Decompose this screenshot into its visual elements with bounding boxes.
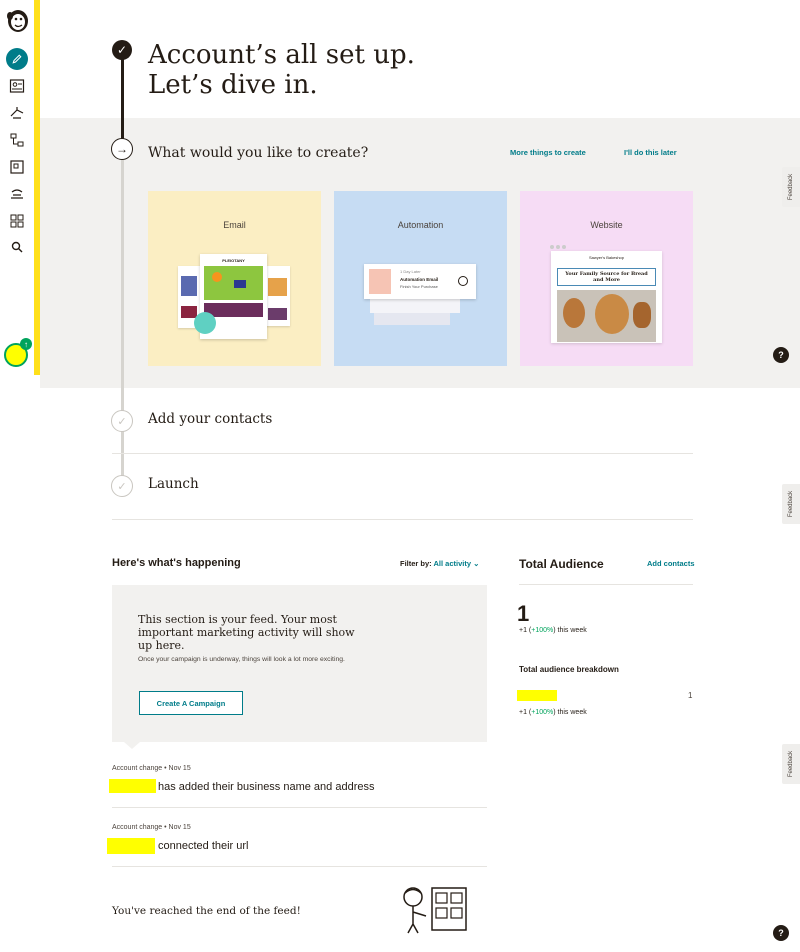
redacted-name <box>107 838 155 854</box>
feed-notch <box>124 742 140 749</box>
chevron-down-icon: ⌄ <box>473 559 480 568</box>
browser-dots-icon <box>550 245 554 249</box>
step-current-arrow-icon: → <box>111 138 133 160</box>
website-preview-brand: Sawyer's Bakeshop <box>588 255 624 260</box>
feed-empty-subtext: Once your campaign is underway, things w… <box>138 656 345 663</box>
help-button[interactable]: ? <box>773 347 789 363</box>
website-preview: Sawyer's Bakeshop Your Family Source for… <box>551 251 662 343</box>
end-of-feed-illustration <box>396 884 476 934</box>
step-contacts-title[interactable]: Add your contacts <box>148 411 272 427</box>
create-question: What would you like to create? <box>148 145 369 161</box>
search-icon[interactable] <box>8 238 26 256</box>
audience-breakdown-title: Total audience breakdown <box>519 665 619 674</box>
feed-title: Here's what's happening <box>112 557 241 569</box>
step-complete-check-icon: ✓ <box>112 40 132 60</box>
step-launch-title[interactable]: Launch <box>148 476 199 492</box>
campaigns-icon[interactable] <box>8 104 26 122</box>
feed-empty-state: This section is your feed. Your most imp… <box>112 585 487 742</box>
divider <box>112 519 693 520</box>
feedback-tab[interactable]: Feedback <box>782 484 800 524</box>
redacted-audience-name <box>517 690 557 701</box>
website-card[interactable]: Website Sawyer's Bakeshop Your Family So… <box>520 191 693 366</box>
breakdown-week-change: +1 (+100%) this week <box>519 709 587 716</box>
page-title: Account’s all set up. Let’s dive in. <box>148 40 415 100</box>
add-contacts-link[interactable]: Add contacts <box>647 559 695 568</box>
progress-line-complete <box>121 58 124 148</box>
help-button[interactable]: ? <box>773 925 789 941</box>
breakdown-count: 1 <box>688 691 693 700</box>
divider <box>112 807 487 808</box>
create-campaign-button[interactable]: Create A Campaign <box>139 691 243 715</box>
upgrade-badge-icon: ↑ <box>20 338 32 350</box>
feed-filter[interactable]: Filter by: All activity ⌄ <box>400 559 479 568</box>
website-icon[interactable] <box>8 158 26 176</box>
feed-end-text: You've reached the end of the feed! <box>112 905 301 917</box>
automation-card-label: Automation <box>397 220 444 230</box>
automations-icon[interactable] <box>8 131 26 149</box>
automation-card[interactable]: Automation 1 Day Later Automation Email … <box>334 191 507 366</box>
more-things-link[interactable]: More things to create <box>510 148 586 157</box>
feed-empty-heading: This section is your feed. Your most imp… <box>138 613 355 652</box>
email-card-label: Email <box>223 220 246 230</box>
apps-icon[interactable] <box>8 212 26 230</box>
divider <box>519 584 693 585</box>
integrations-icon[interactable] <box>8 185 26 203</box>
progress-line-pending <box>121 160 124 490</box>
divider <box>112 453 693 454</box>
email-preview-main: PLEIOTANY <box>194 254 267 339</box>
divider <box>112 866 487 867</box>
clock-icon <box>458 276 468 286</box>
create-icon[interactable] <box>6 48 28 70</box>
automation-email-title: Automation Email <box>400 277 439 282</box>
audience-week-change: +1 (+100%) this week <box>519 627 587 634</box>
activity-text: connected their url <box>158 840 249 852</box>
email-preview-right <box>265 266 290 326</box>
website-card-label: Website <box>590 220 623 230</box>
left-navigation: ↑ <box>0 0 40 375</box>
website-preview-headline: Your Family Source for Bread and More <box>557 268 656 286</box>
email-preview-brand: PLEIOTANY <box>222 258 245 263</box>
step-contacts-check-icon: ✓ <box>111 410 133 432</box>
audience-title: Total Audience <box>519 557 604 571</box>
audience-icon[interactable] <box>8 77 26 95</box>
mailchimp-logo-icon[interactable] <box>5 6 31 34</box>
automation-preview: 1 Day Later Automation Email Finish Your… <box>364 264 476 299</box>
automation-delay: 1 Day Later <box>400 269 421 274</box>
feedback-tab[interactable]: Feedback <box>782 744 800 784</box>
activity-text: has added their business name and addres… <box>158 781 375 793</box>
audience-count: 1 <box>517 601 530 626</box>
automation-email-subtitle: Finish Your Purchase <box>400 284 438 289</box>
email-card[interactable]: Email PLEIOTANY <box>148 191 321 366</box>
do-later-link[interactable]: I'll do this later <box>624 148 677 157</box>
step-launch-check-icon: ✓ <box>111 475 133 497</box>
feedback-tab[interactable]: Feedback <box>782 167 800 207</box>
activity-meta: Account change • Nov 15 <box>112 765 191 772</box>
redacted-name <box>109 779 156 793</box>
activity-meta: Account change • Nov 15 <box>112 824 191 831</box>
